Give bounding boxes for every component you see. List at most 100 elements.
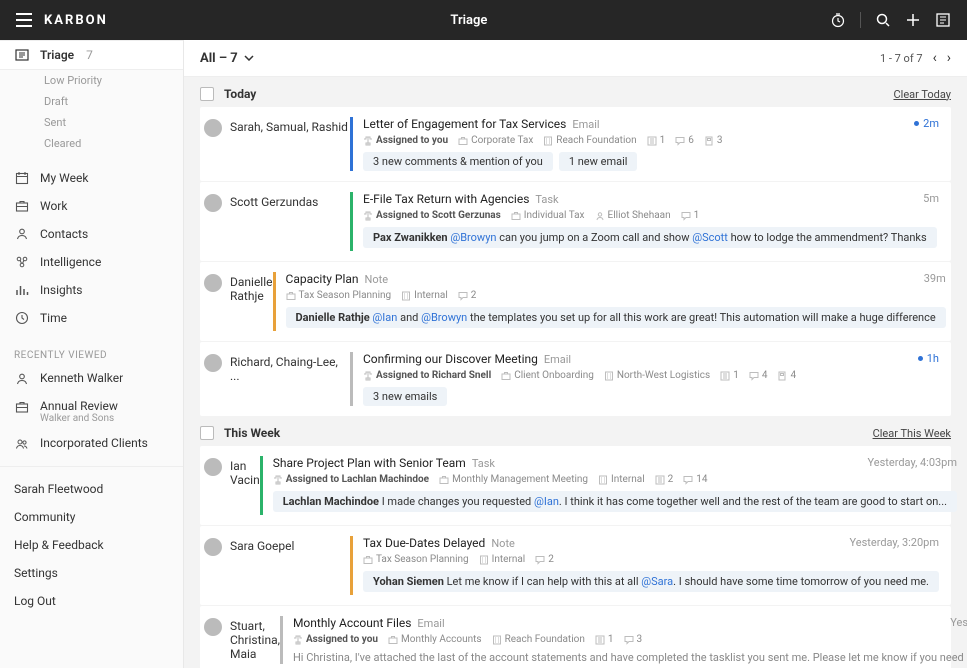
recent-item[interactable]: Kenneth Walker [0, 365, 183, 393]
section-today: Today Clear Today Sarah, Samual, Rashid2… [184, 77, 967, 416]
triage-item[interactable]: Scott Gerzundas 5mE-File Tax Return with … [200, 182, 951, 261]
sidebar-sub-sent[interactable]: Sent [0, 112, 183, 133]
pager-prev[interactable]: ‹ [933, 50, 937, 66]
task-count: 1 [660, 135, 666, 146]
triage-item[interactable]: Ian VacinYesterday, 4:03pmShare Project … [200, 446, 951, 525]
recent-title: Kenneth Walker [40, 371, 123, 385]
sidebar-item-contacts[interactable]: Contacts [0, 220, 183, 248]
assigned-to: Assigned to you [306, 634, 378, 645]
item-body: 1hConfirming our Discover MeetingEmailAs… [350, 352, 939, 406]
recent-item[interactable]: Incorporated Clients [0, 430, 183, 458]
avatar [204, 618, 222, 636]
recent-title: Incorporated Clients [40, 436, 148, 450]
briefcase-icon [14, 198, 30, 214]
task-count: 2 [668, 474, 674, 485]
topbar: KARBON Triage [0, 0, 967, 40]
sidebar-item-label: Intelligence [40, 255, 101, 269]
sparkle-icon [14, 254, 30, 270]
item-kind: Task [472, 457, 495, 470]
recent-item[interactable]: Annual ReviewWalker and Sons [0, 393, 183, 430]
assigned-to: Assigned to Richard Snell [376, 370, 491, 381]
clear-today[interactable]: Clear Today [893, 88, 951, 101]
item-meta: Assigned to Richard Snell Client Onboardi… [363, 370, 939, 381]
unread-dot-icon [918, 356, 923, 361]
avatar [204, 354, 222, 372]
item-time: 39m [924, 272, 946, 285]
item-meta: Assigned to youCorporate TaxReach Founda… [363, 135, 939, 146]
item-meta: Tax Season Planning Internal 2 [286, 290, 946, 301]
item-tag: Internal [414, 290, 448, 301]
clock-icon [14, 310, 30, 326]
sidebar-link-community[interactable]: Community [0, 503, 183, 531]
search-icon[interactable] [875, 12, 891, 28]
recent-title: Annual Review [40, 399, 118, 413]
triage-item[interactable]: Sarah, Samual, Rashid2mLetter of Engagem… [200, 107, 951, 181]
comment-count: 2 [548, 554, 554, 565]
sidebar-sub-cleared[interactable]: Cleared [0, 133, 183, 154]
sidebar-item-insights[interactable]: Insights [0, 276, 183, 304]
item-tag: Client Onboarding [514, 370, 594, 381]
today-checkbox[interactable] [200, 87, 214, 101]
sidebar-sub-draft[interactable]: Draft [0, 91, 183, 112]
item-time: Yesterday, 1:42pm [950, 616, 967, 629]
item-who: Richard, Chaing-Lee, ... [230, 354, 350, 383]
item-meta: Assigned to Lachlan MachindoeMonthly Man… [273, 474, 957, 485]
item-who: Ian Vacin [230, 458, 260, 487]
item-left: Sara Goepel [200, 536, 350, 595]
item-time: 2m [914, 117, 939, 130]
item-body: 5mE-File Tax Return with AgenciesTaskAss… [350, 192, 939, 251]
attach-count: 3 [717, 135, 723, 146]
week-title: This Week [224, 426, 873, 440]
item-kind: Email [417, 617, 444, 630]
sidebar-sub-low-priority[interactable]: Low Priority [0, 70, 183, 91]
item-tag: Reach Foundation [556, 135, 636, 146]
item-time: 1h [918, 352, 939, 365]
main-header: All – 7 1 - 7 of 7 ‹ › [184, 40, 967, 77]
panel-icon[interactable] [935, 12, 951, 28]
task-count: 1 [733, 370, 739, 381]
sidebar-item-time[interactable]: Time [0, 304, 183, 332]
comment-count: 14 [696, 474, 707, 485]
filter-dropdown[interactable]: All – 7 [200, 51, 254, 66]
week-checkbox[interactable] [200, 426, 214, 440]
sidebar-item-label: My Week [40, 171, 88, 185]
comment-count: 2 [471, 290, 477, 301]
sidebar-item-intelligence[interactable]: Intelligence [0, 248, 183, 276]
item-who: Sara Goepel [230, 538, 294, 553]
item-time: Yesterday, 3:20pm [850, 536, 940, 549]
sidebar-item-my-week[interactable]: My Week [0, 164, 183, 192]
sidebar-link-settings[interactable]: Settings [0, 559, 183, 587]
item-message: Lachlan Machindoe I made changes you req… [273, 491, 957, 512]
clear-week[interactable]: Clear This Week [873, 427, 951, 440]
item-left: Sarah, Samual, Rashid [200, 117, 350, 171]
item-tag: Tax Season Planning [376, 554, 469, 565]
item-kind: Note [365, 273, 389, 286]
timer-icon[interactable] [830, 12, 846, 28]
item-left: Richard, Chaing-Lee, ... [200, 352, 350, 406]
calendar-icon [14, 170, 30, 186]
sidebar-link-sarah-fleetwood[interactable]: Sarah Fleetwood [0, 475, 183, 503]
comment-count: 6 [688, 135, 694, 146]
plus-icon[interactable] [905, 12, 921, 28]
item-meta: Assigned to youMonthly AccountsReach Fou… [293, 634, 967, 645]
sidebar-item-work[interactable]: Work [0, 192, 183, 220]
triage-item[interactable]: Richard, Chaing-Lee, ...1hConfirming our… [200, 342, 951, 416]
sidebar-triage[interactable]: Triage 7 [0, 40, 183, 70]
triage-item[interactable]: Sara GoepelYesterday, 3:20pmTax Due-Date… [200, 526, 951, 605]
item-body: 2mLetter of Engagement for Tax ServicesE… [350, 117, 939, 171]
comment-count: 1 [694, 210, 700, 221]
pager: 1 - 7 of 7 ‹ › [880, 50, 951, 66]
pager-next[interactable]: › [947, 50, 951, 66]
item-who: Scott Gerzundas [230, 194, 318, 209]
sidebar-link-log-out[interactable]: Log Out [0, 587, 183, 615]
triage-item[interactable]: Danielle Rathje39mCapacity PlanNoteTax S… [200, 262, 951, 341]
item-time: Yesterday, 4:03pm [868, 456, 958, 469]
item-subject: E-File Tax Return with Agencies [363, 192, 529, 206]
task-count: 1 [608, 634, 614, 645]
item-tag: Tax Season Planning [299, 290, 392, 301]
triage-item[interactable]: Stuart, Christina, MaiaYesterday, 1:42pm… [200, 606, 951, 668]
sidebar-triage-count: 7 [86, 48, 93, 62]
sidebar-link-help---feedback[interactable]: Help & Feedback [0, 531, 183, 559]
triage-icon [14, 47, 30, 63]
menu-icon[interactable] [16, 13, 32, 27]
